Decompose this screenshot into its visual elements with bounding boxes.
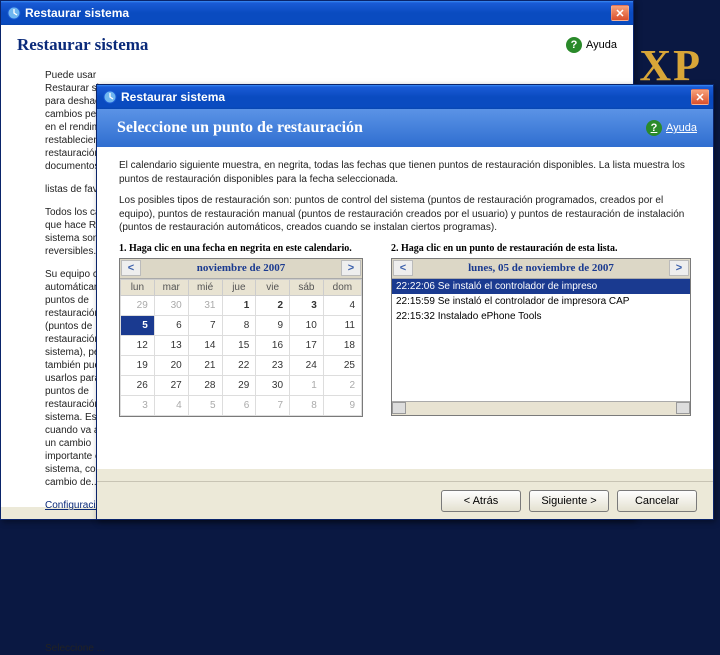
close-icon: ✕ — [695, 91, 704, 104]
rp-prev-button[interactable]: < — [393, 260, 413, 276]
calendar-day[interactable]: 3 — [121, 395, 155, 415]
calendar-day[interactable]: 3 — [290, 295, 324, 315]
calendar-grid: lunmarmiéjueviesábdom 293031123456789101… — [120, 279, 362, 416]
calendar-day[interactable]: 7 — [256, 395, 290, 415]
cal-dow-header: dom — [323, 279, 361, 295]
cancel-button[interactable]: Cancelar — [617, 490, 697, 512]
calendar-day[interactable]: 2 — [323, 375, 361, 395]
cal-dow-header: jue — [222, 279, 256, 295]
restore-point-item[interactable]: 22:15:32 Instalado ePhone Tools — [392, 309, 690, 324]
restore-points-column: 2. Haga clic en un punto de restauración… — [391, 243, 691, 417]
help-icon: ? — [646, 120, 662, 136]
calendar-day[interactable]: 26 — [121, 375, 155, 395]
help-link[interactable]: ? Ayuda — [646, 120, 697, 136]
cal-month-label: noviembre de 2007 — [142, 262, 340, 274]
calendar-instruction: 1. Haga clic en una fecha en negrita en … — [119, 243, 377, 254]
titlebar-win1[interactable]: Restaurar sistema ✕ — [1, 1, 633, 25]
calendar-day[interactable]: 17 — [290, 335, 324, 355]
header-area-win2: Seleccione un punto de restauración ? Ay… — [97, 109, 713, 147]
calendar-column: 1. Haga clic en una fecha en negrita en … — [119, 243, 377, 417]
calendar-day[interactable]: 31 — [188, 295, 222, 315]
calendar-day[interactable]: 19 — [121, 355, 155, 375]
help-label: Ayuda — [586, 39, 617, 51]
calendar-day[interactable]: 29 — [222, 375, 256, 395]
close-button[interactable]: ✕ — [611, 5, 629, 21]
calendar-day[interactable]: 18 — [323, 335, 361, 355]
description-2: Los posibles tipos de restauración son: … — [119, 194, 691, 235]
rp-date-label: lunes, 05 de noviembre de 2007 — [414, 262, 668, 274]
horizontal-scrollbar[interactable] — [392, 401, 690, 415]
calendar-day[interactable]: 1 — [222, 295, 256, 315]
close-icon: ✕ — [615, 7, 624, 20]
cal-dow-header: lun — [121, 279, 155, 295]
calendar-day[interactable]: 6 — [222, 395, 256, 415]
calendar-day[interactable]: 4 — [154, 395, 188, 415]
cal-dow-header: vie — [256, 279, 290, 295]
calendar-day[interactable]: 11 — [323, 315, 361, 335]
calendar-day[interactable]: 13 — [154, 335, 188, 355]
calendar-day[interactable]: 1 — [290, 375, 324, 395]
calendar-day[interactable]: 27 — [154, 375, 188, 395]
calendar-day[interactable]: 23 — [256, 355, 290, 375]
restore-icon — [7, 6, 21, 20]
description-1: El calendario siguiente muestra, en negr… — [119, 159, 691, 186]
calendar-day[interactable]: 20 — [154, 355, 188, 375]
cal-dow-header: mar — [154, 279, 188, 295]
calendar-day[interactable]: 8 — [290, 395, 324, 415]
scroll-right-button[interactable] — [676, 402, 690, 414]
page-title: Seleccione un punto de restauración — [117, 119, 646, 137]
calendar-day[interactable]: 12 — [121, 335, 155, 355]
calendar-day[interactable]: 21 — [188, 355, 222, 375]
seleccione-label: Seleccione ... — [45, 642, 135, 655]
calendar-day[interactable]: 24 — [290, 355, 324, 375]
list-instruction: 2. Haga clic en un punto de restauración… — [391, 243, 691, 254]
calendar-day[interactable]: 16 — [256, 335, 290, 355]
next-button[interactable]: Siguiente > — [529, 490, 609, 512]
rp-next-button[interactable]: > — [669, 260, 689, 276]
calendar-day[interactable]: 5 — [188, 395, 222, 415]
calendar-day[interactable]: 6 — [154, 315, 188, 335]
calendar-day[interactable]: 9 — [323, 395, 361, 415]
calendar-day[interactable]: 30 — [154, 295, 188, 315]
calendar-day[interactable]: 22 — [222, 355, 256, 375]
titlebar-win2[interactable]: Restaurar sistema ✕ — [97, 85, 713, 109]
restore-point-list: < lunes, 05 de noviembre de 2007 > 22:22… — [391, 258, 691, 416]
cal-dow-header: mié — [188, 279, 222, 295]
window-title: Restaurar sistema — [121, 90, 691, 104]
close-button[interactable]: ✕ — [691, 89, 709, 105]
cal-next-button[interactable]: > — [341, 260, 361, 276]
cal-dow-header: sáb — [290, 279, 324, 295]
window-select-restore-point: Restaurar sistema ✕ Seleccione un punto … — [96, 84, 714, 520]
calendar-day[interactable]: 30 — [256, 375, 290, 395]
calendar-day[interactable]: 25 — [323, 355, 361, 375]
calendar-day[interactable]: 15 — [222, 335, 256, 355]
help-link[interactable]: ? Ayuda — [566, 37, 617, 53]
body-win2: El calendario siguiente muestra, en negr… — [97, 147, 713, 469]
wizard-footer: < Atrás Siguiente > Cancelar — [97, 481, 713, 519]
restore-point-item[interactable]: 22:15:59 Se instaló el controlador de im… — [392, 294, 690, 309]
calendar-day[interactable]: 29 — [121, 295, 155, 315]
scroll-left-button[interactable] — [392, 402, 406, 414]
calendar-day[interactable]: 8 — [222, 315, 256, 335]
help-label: Ayuda — [666, 122, 697, 134]
calendar-day[interactable]: 4 — [323, 295, 361, 315]
cal-prev-button[interactable]: < — [121, 260, 141, 276]
calendar-day[interactable]: 5 — [121, 315, 155, 335]
calendar-day[interactable]: 9 — [256, 315, 290, 335]
calendar-day[interactable]: 7 — [188, 315, 222, 335]
back-button[interactable]: < Atrás — [441, 490, 521, 512]
calendar-day[interactable]: 10 — [290, 315, 324, 335]
calendar-day[interactable]: 28 — [188, 375, 222, 395]
help-icon: ? — [566, 37, 582, 53]
calendar: < noviembre de 2007 > lunmarmiéjueviesáb… — [119, 258, 363, 417]
calendar-day[interactable]: 2 — [256, 295, 290, 315]
page-title: Restaurar sistema — [17, 35, 566, 55]
restore-point-item[interactable]: 22:22:06 Se instaló el controlador de im… — [392, 279, 690, 294]
calendar-day[interactable]: 14 — [188, 335, 222, 355]
window-title: Restaurar sistema — [25, 6, 611, 20]
header-area-win1: Restaurar sistema ? Ayuda — [1, 25, 633, 61]
restore-icon — [103, 90, 117, 104]
